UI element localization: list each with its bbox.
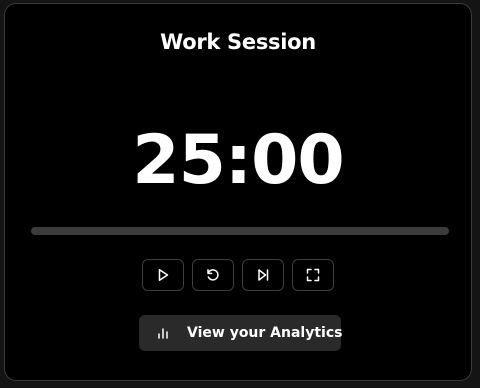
maximize-icon bbox=[305, 267, 321, 283]
timer-display: 25:00 bbox=[132, 121, 344, 200]
skip-button[interactable] bbox=[242, 259, 284, 291]
play-button[interactable] bbox=[142, 259, 184, 291]
analytics-label: View your Analytics bbox=[187, 325, 343, 341]
timer-card: Work Session 25:00 View your Analytics bbox=[4, 3, 472, 381]
fullscreen-button[interactable] bbox=[292, 259, 334, 291]
rotate-ccw-icon bbox=[205, 267, 221, 283]
play-icon bbox=[155, 267, 171, 283]
view-analytics-button[interactable]: View your Analytics bbox=[139, 315, 343, 351]
timer-controls bbox=[5, 259, 471, 291]
progress-bar bbox=[31, 227, 449, 235]
reset-button[interactable] bbox=[192, 259, 234, 291]
bar-chart-icon bbox=[155, 325, 171, 341]
session-title: Work Session bbox=[160, 30, 316, 54]
skip-forward-icon bbox=[255, 267, 271, 283]
